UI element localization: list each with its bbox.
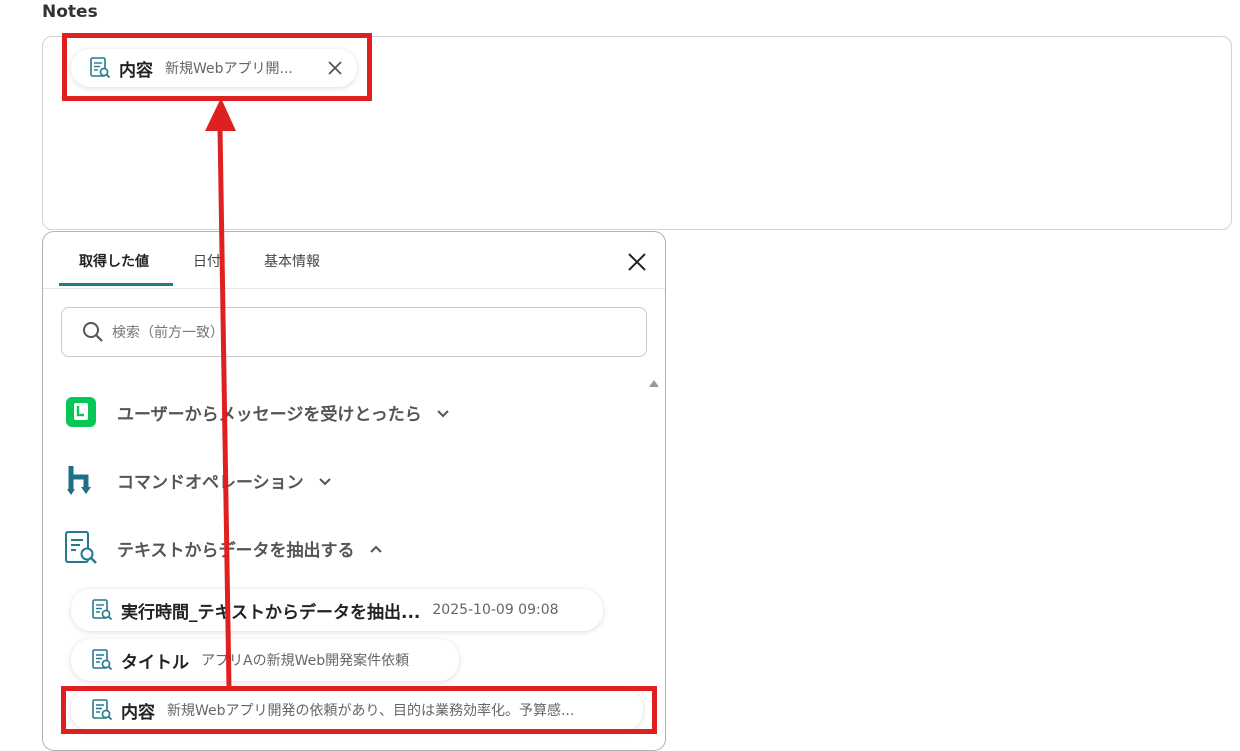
annotation-arrow	[205, 98, 236, 689]
